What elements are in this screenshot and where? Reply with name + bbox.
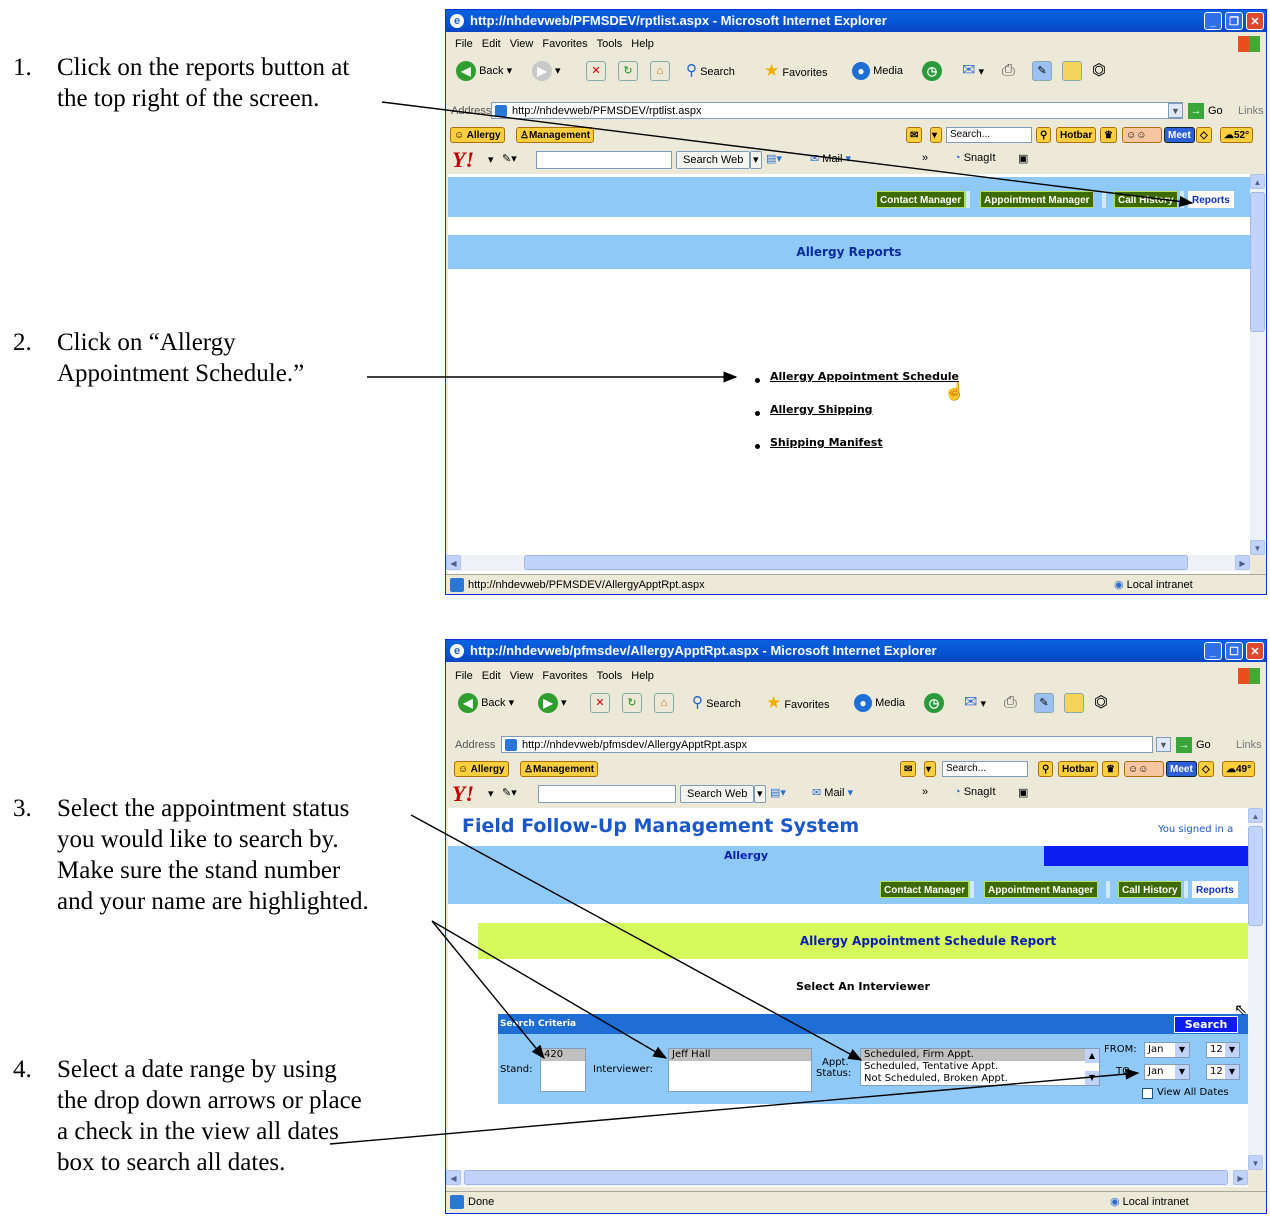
callout-arrow-3a bbox=[410, 814, 863, 1061]
callout-arrows bbox=[329, 101, 1194, 1145]
callout-arrow-4 bbox=[329, 1068, 1140, 1145]
callout-arrow-1 bbox=[381, 101, 1194, 207]
callout-arrow-3c bbox=[431, 920, 668, 1059]
callout-arrow-3b bbox=[431, 920, 545, 1060]
